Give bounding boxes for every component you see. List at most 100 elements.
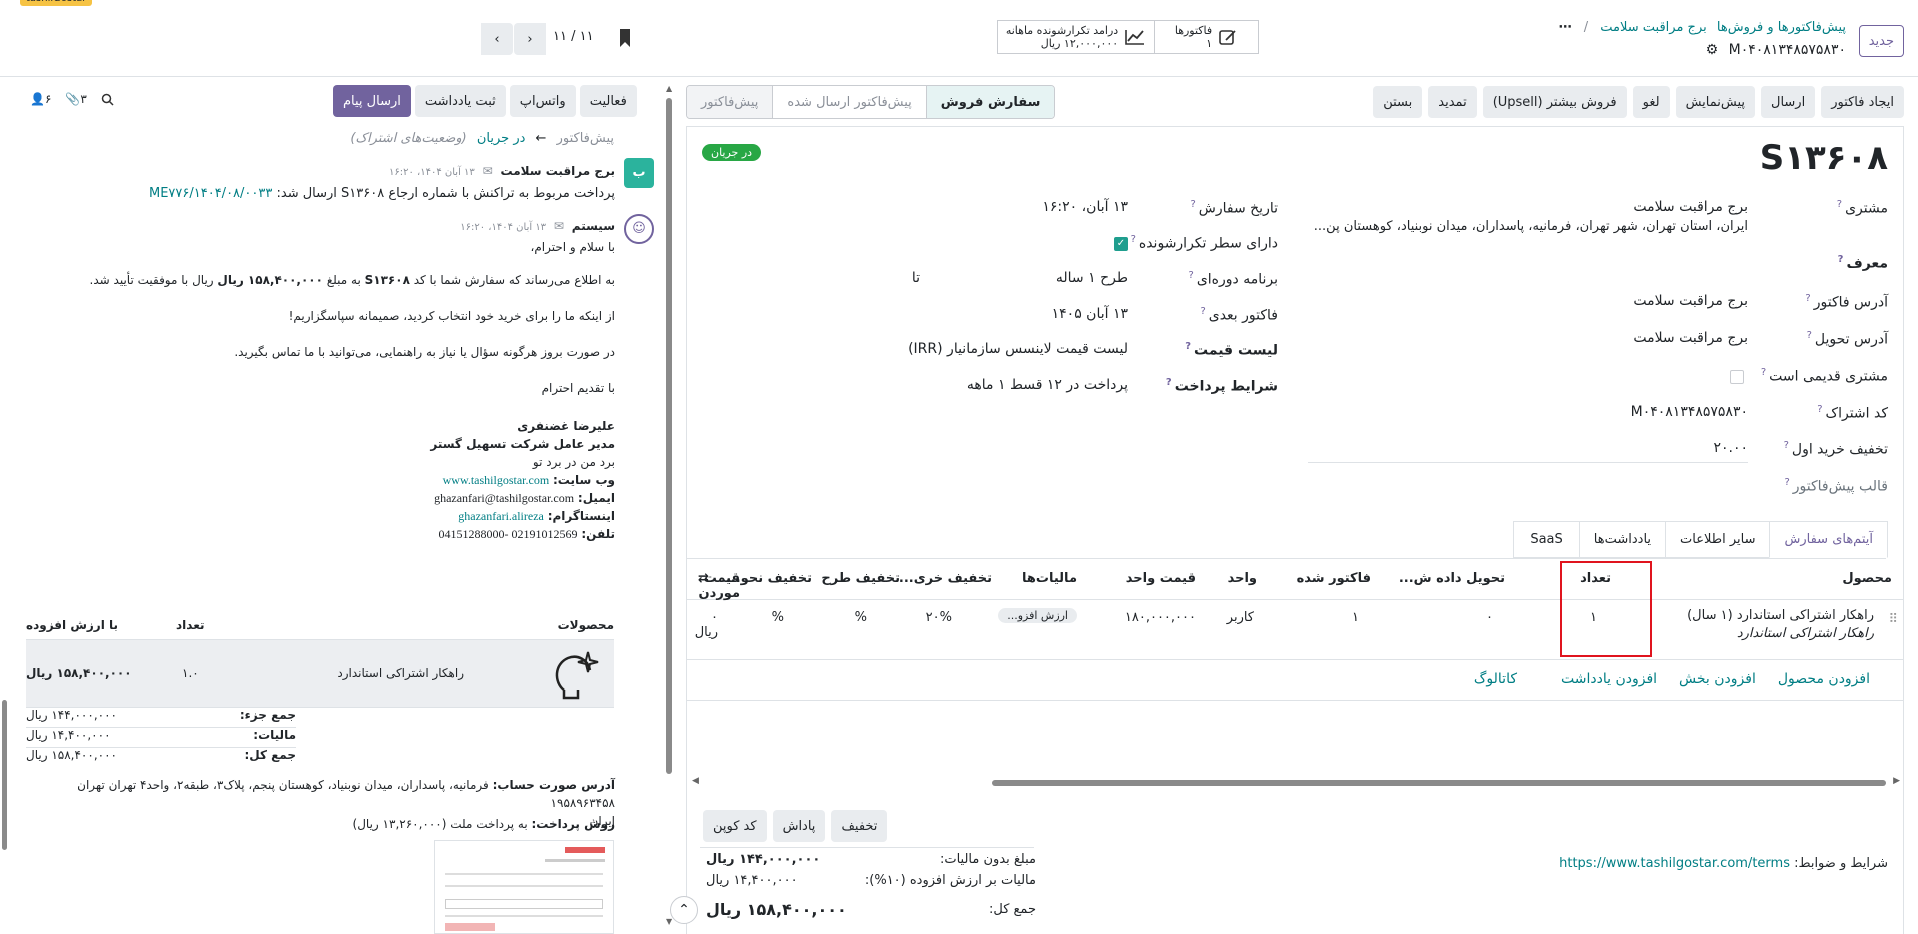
col-target-price[interactable]: قیمت موردن [686, 571, 740, 601]
chatter-scrollbar[interactable]: ▲ ▼ [664, 84, 674, 926]
new-button[interactable]: جدید [1858, 25, 1904, 57]
promo-buttons: تخفیف پاداش کد کوپن [703, 810, 888, 842]
line-unit-price[interactable]: ۱۸۰,۰۰۰,۰۰۰ [1125, 610, 1196, 625]
help-icon[interactable]: ? [1837, 199, 1842, 210]
send-button[interactable]: ارسال [1761, 86, 1816, 118]
col-disc-purchase[interactable]: تخفیف خری... [899, 571, 992, 586]
line-disc-plan[interactable]: % [855, 610, 867, 625]
preview-button[interactable]: پیش‌نمایش [1675, 86, 1755, 118]
tab-saas[interactable]: SaaS [1513, 521, 1579, 558]
help-icon[interactable]: ? [1189, 270, 1194, 281]
tab-other-info[interactable]: سایر اطلاعات [1665, 521, 1770, 558]
create-invoice-button[interactable]: ایجاد فاکتور [1821, 86, 1904, 118]
col-unit[interactable]: واحد [1228, 571, 1257, 586]
terms-link[interactable]: https://www.tashilgostar.com/terms [1559, 856, 1790, 871]
left-scrollbar-thumb[interactable] [2, 700, 7, 850]
close-button[interactable]: بستن [1373, 86, 1423, 118]
delivery-address-value[interactable]: برج مراقبت سلامت [1633, 330, 1748, 346]
line-product[interactable]: راهکار اشتراکی استاندارد (۱ سال) [1687, 608, 1874, 623]
catalog-link[interactable]: کاتالوگ [1474, 671, 1517, 687]
col-invoiced[interactable]: فاکتور شده [1297, 571, 1371, 586]
activity-button[interactable]: فعالیت [579, 85, 637, 117]
plan-value[interactable]: طرح ۱ ساله [1056, 270, 1128, 286]
renew-button[interactable]: تمدید [1428, 86, 1477, 118]
line-unit[interactable]: کاربر [1227, 610, 1254, 625]
search-icon[interactable] [101, 92, 114, 106]
status-quotation[interactable]: پیش‌فاکتور [687, 86, 773, 118]
col-unit-price[interactable]: قیمت واحد [1126, 571, 1196, 586]
horizontal-scrollbar-thumb[interactable] [992, 780, 1886, 786]
help-icon[interactable]: ? [1838, 254, 1844, 265]
help-icon[interactable]: ? [1784, 477, 1789, 488]
pricelist-value[interactable]: لیست قیمت لاینسس سازمانیار (IRR) [908, 341, 1128, 357]
followers-control[interactable]: 👤۶ [30, 92, 51, 106]
help-icon[interactable]: ? [1807, 330, 1812, 341]
attachments-control[interactable]: 📎۳ [65, 92, 86, 106]
add-note-link[interactable]: افزودن یادداشت [1561, 671, 1657, 687]
subscription-code-value[interactable]: M۰۴۰۸۱۳۴۸۵۷۵۸۳۰ [1631, 404, 1748, 420]
drag-handle-icon[interactable]: ⠿ [1888, 612, 1898, 627]
line-tax-tag[interactable]: ارزش افزو... [998, 608, 1077, 623]
total-label: جمع کل: [988, 901, 1036, 917]
horizontal-scrollbar[interactable]: ◀ ▶ [692, 776, 1900, 788]
col-delivered[interactable]: تحویل داده ش... [1399, 571, 1505, 586]
payment-ref-link[interactable]: ME۷۷۶/۱۴۰۴/۰۸/۰۰۳۳ [149, 186, 272, 201]
cancel-button[interactable]: لغو [1632, 86, 1670, 118]
pager-prev-button[interactable]: ‹ [514, 23, 546, 55]
attachment-thumbnail[interactable] [434, 840, 614, 934]
scroll-top-button[interactable]: ⌃ [670, 896, 698, 924]
line-disc-purchase[interactable]: ۲۰% [926, 610, 952, 625]
coupon-button[interactable]: کد کوپن [703, 810, 767, 842]
invoice-address-value[interactable]: برج مراقبت سلامت [1633, 293, 1748, 309]
help-icon[interactable]: ? [1166, 377, 1172, 388]
breadcrumb-root[interactable]: پیش‌فاکتورها و فروش‌ها [1717, 20, 1846, 35]
col-disc-plan[interactable]: تخفیف طرح [821, 571, 900, 586]
add-product-link[interactable]: افزودن محصول [1778, 671, 1870, 687]
reward-button[interactable]: پاداش [772, 810, 826, 842]
whatsapp-button[interactable]: واتس‌اپ [509, 85, 576, 117]
payment-terms-value[interactable]: پرداخت در ۱۲ قسط ۱ ماهه [967, 377, 1128, 393]
tab-notes[interactable]: یادداشت‌ها [1578, 521, 1666, 558]
old-customer-checkbox[interactable] [1730, 370, 1744, 384]
smart-buttons: فاکتورها ۱ درامد تکرارشونده ماهانه ۱۲,۰۰… [997, 20, 1259, 54]
status-quotation-sent[interactable]: پیش‌فاکتور ارسال شده [772, 86, 925, 118]
send-message-button[interactable]: ارسال پیام [333, 85, 411, 117]
recurring-checkbox[interactable]: ✓ [1114, 237, 1128, 251]
chatter-scrollbar-thumb[interactable] [666, 98, 672, 774]
pager-next-button[interactable]: › [481, 23, 513, 55]
help-icon[interactable]: ? [1200, 306, 1205, 317]
col-taxes[interactable]: مالیات‌ها [1022, 571, 1077, 586]
table-row[interactable]: ⠿ راهکار اشتراکی استاندارد (۱ سال) راهکا… [686, 600, 1904, 660]
first-discount-value[interactable]: ۲۰.۰۰ [1713, 440, 1748, 456]
smart-button-mrr[interactable]: درامد تکرارشونده ماهانه ۱۲,۰۰۰,۰۰۰ ریال [998, 21, 1154, 53]
help-icon[interactable]: ? [1761, 367, 1766, 378]
status-sale-order[interactable]: سفارش فروش [925, 86, 1055, 118]
help-icon[interactable]: ? [1131, 234, 1136, 245]
untaxed-value: ۱۴۴,۰۰۰,۰۰۰ ریال [706, 852, 821, 867]
help-icon[interactable]: ? [1190, 199, 1195, 210]
payment-method: روش پرداخت: به پرداخت ملت (۱۳,۲۶۰,۰۰۰ ری… [352, 817, 615, 831]
help-icon[interactable]: ? [1185, 341, 1191, 352]
column-settings-icon[interactable]: ⇄ [698, 571, 709, 586]
log-note-button[interactable]: ثبت یادداشت [414, 85, 506, 117]
customer-value[interactable]: برج مراقبت سلامت [1308, 199, 1748, 215]
upsell-button[interactable]: فروش بیشتر (Upsell) [1482, 86, 1627, 118]
line-disc-method[interactable]: % [772, 610, 784, 625]
help-icon[interactable]: ? [1817, 404, 1822, 415]
breadcrumb-parent[interactable]: برج مراقبت سلامت [1600, 20, 1706, 35]
next-invoice-value[interactable]: ۱۳ آبان ۱۴۰۵ [1052, 306, 1128, 322]
tab-order-lines[interactable]: آیتم‌های سفارش [1769, 521, 1888, 558]
help-icon[interactable]: ? [1805, 293, 1810, 304]
col-product[interactable]: محصول [1842, 571, 1892, 586]
order-date-value[interactable]: ۱۳ آبان، ۱۶:۲۰ [1042, 199, 1128, 215]
gear-icon[interactable]: ⚙ [1706, 42, 1719, 58]
add-section-link[interactable]: افزودن بخش [1679, 671, 1756, 687]
breadcrumb-more-icon[interactable]: ⋯ [1559, 20, 1572, 35]
avatar[interactable]: ب [624, 158, 654, 188]
line-target-price[interactable]: ۰ ریال [686, 610, 718, 640]
discount-button[interactable]: تخفیف [831, 810, 888, 842]
bookmark-icon[interactable] [618, 28, 632, 52]
pager-value[interactable]: ۱۱ / ۱۱ [553, 29, 594, 44]
smart-button-invoices[interactable]: فاکتورها ۱ [1154, 21, 1258, 53]
help-icon[interactable]: ? [1784, 440, 1789, 451]
